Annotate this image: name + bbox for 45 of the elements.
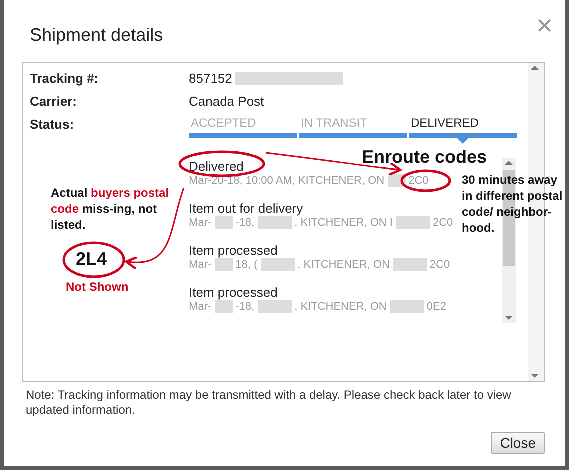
event-title: Item processed [189,243,278,258]
event-detail: Mar-20-18, 10:00 AM, KITCHENER, ON [189,174,385,186]
event-title: Delivered [189,159,244,174]
redacted-block [214,216,233,229]
event-detail: Mar- [189,216,212,228]
annotation-code: 2L4 [76,249,108,270]
annotation-text: Actual buyers postal code miss-ing, not listed. [51,185,170,233]
event-detail: 2C0 [430,258,450,270]
field-label: Tracking #: [30,71,100,86]
redacted-block [258,216,292,229]
highlight-ellipse [400,170,452,192]
status-step: ACCEPTED [189,113,256,133]
redacted-block [214,300,233,313]
annotation-text: 30 minutes away in different postal code/ neighbor-hood. [462,172,564,236]
redacted-block [392,258,427,271]
dialog-title: Shipment details [29,24,164,46]
event-title: Item out for delivery [189,201,304,216]
status-step: DELIVERED [409,113,480,133]
field-value: 857152 [189,71,346,86]
note-text: Note: Tracking information may be transmitted with a delay. Please check back later to view updated information. [26,388,512,418]
event-detail: 2C0 [408,174,429,186]
redacted-block [258,300,292,313]
redacted-block [260,258,295,271]
annotation-heading: Enroute codes [362,147,488,168]
status-step: IN TRANSIT [299,113,368,133]
redacted-block [214,258,233,271]
event-detail: -18, [236,300,255,312]
event-detail: Mar- [189,300,212,312]
event-detail: , KITCHENER, ON [294,300,387,312]
close-button[interactable]: Close [491,432,545,454]
redacted-block [390,300,424,313]
event-detail: , KITCHENER, ON [298,258,390,270]
event-title: Item processed [189,285,278,300]
field-label: Status: [30,117,76,132]
field-label: Carrier: [30,94,78,109]
event-detail: -18, [236,216,255,228]
event-detail: 2C0 [432,216,454,228]
annotation-caption: Not Shown [66,280,129,294]
event-detail: Mar- [189,258,212,270]
redacted-block [396,216,430,229]
event-detail: 18, ( [236,258,258,270]
event-detail: , KITCHENER, ON I [294,216,393,228]
highlight-ellipse [62,242,126,278]
field-value: Canada Post [189,94,264,109]
event-detail: 0E2 [426,300,446,312]
